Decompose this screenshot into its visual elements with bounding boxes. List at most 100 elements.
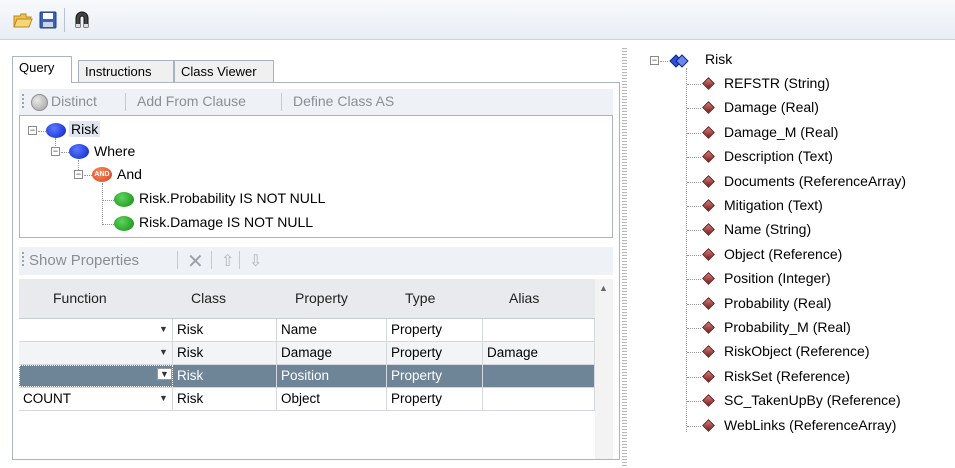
dropdown-arrow-icon[interactable]: ▼ <box>157 368 172 380</box>
member-diamond-icon <box>702 321 715 334</box>
alias-cell[interactable]: Damage <box>483 342 595 364</box>
vertical-scrollbar[interactable]: ▲ <box>595 279 613 459</box>
class-member-item[interactable]: SC_TakenUpBy (Reference) <box>724 392 901 408</box>
table-row[interactable]: COUNT ▼ Risk Object Property <box>19 388 595 411</box>
column-header-type[interactable]: Type <box>405 290 435 306</box>
function-cell[interactable] <box>19 319 173 341</box>
move-down-icon[interactable]: ⇩ <box>249 251 262 271</box>
type-cell[interactable]: Property <box>387 365 483 387</box>
open-folder-icon[interactable] <box>13 10 33 30</box>
member-diamond-icon <box>702 247 715 261</box>
class-member-item[interactable]: RiskSet (Reference) <box>724 368 850 384</box>
collapse-toggle[interactable]: − <box>28 126 37 135</box>
type-cell[interactable]: Property <box>387 388 483 410</box>
toolbar-separator <box>281 93 282 111</box>
toolbar-grip[interactable] <box>22 94 24 110</box>
class-member-item[interactable]: Mitigation (Text) <box>724 197 823 213</box>
tab-label: Query <box>19 60 55 75</box>
toolbar-grip[interactable] <box>22 252 24 268</box>
class-cell[interactable]: Risk <box>173 388 277 410</box>
class-member-item[interactable]: REFSTR (String) <box>724 75 830 91</box>
tab-instructions[interactable]: Instructions <box>78 60 174 82</box>
delete-icon[interactable]: ✕ <box>187 249 204 274</box>
class-tree-root[interactable]: Risk <box>705 51 732 67</box>
tree-connector <box>687 108 701 110</box>
class-member-item[interactable]: Probability_M (Real) <box>724 319 851 335</box>
tree-node-and[interactable]: And <box>117 166 142 182</box>
column-header-property[interactable]: Property <box>295 290 348 306</box>
tree-node-condition[interactable]: Risk.Damage IS NOT NULL <box>139 214 313 230</box>
property-cell[interactable]: Name <box>277 319 387 341</box>
function-cell[interactable] <box>19 342 173 364</box>
class-member-item[interactable]: WebLinks (ReferenceArray) <box>724 417 896 433</box>
add-from-clause-button[interactable]: Add From Clause <box>137 93 246 109</box>
alias-cell[interactable] <box>483 365 595 387</box>
magnet-icon[interactable] <box>72 10 92 30</box>
function-cell[interactable]: COUNT <box>19 388 173 410</box>
alias-cell[interactable] <box>483 319 595 341</box>
property-cell[interactable]: Position <box>277 365 387 387</box>
tree-node-condition[interactable]: Risk.Probability IS NOT NULL <box>139 190 325 206</box>
toolbar-separator <box>64 8 65 32</box>
table-row[interactable]: ▼ Risk Damage Property Damage <box>19 342 595 365</box>
save-icon[interactable] <box>38 10 58 30</box>
toolbar-separator <box>177 251 178 269</box>
tree-node-where[interactable]: Where <box>94 143 135 159</box>
tab-label: Class Viewer <box>181 64 257 79</box>
class-cell[interactable]: Risk <box>173 342 277 364</box>
property-cell[interactable]: Damage <box>277 342 387 364</box>
tab-class-viewer[interactable]: Class Viewer <box>174 60 274 82</box>
class-member-item[interactable]: Documents (ReferenceArray) <box>724 173 906 189</box>
function-cell[interactable] <box>19 365 173 387</box>
member-diamond-icon <box>702 272 715 286</box>
class-member-item[interactable]: Position (Integer) <box>724 270 831 286</box>
tree-connector <box>687 328 701 329</box>
member-diamond-icon <box>702 394 715 408</box>
move-up-icon[interactable]: ⇧ <box>221 251 234 271</box>
member-diamond-icon <box>702 223 715 237</box>
alias-cell[interactable] <box>483 388 595 410</box>
class-member-item[interactable]: Description (Text) <box>724 148 833 164</box>
collapse-toggle[interactable]: − <box>650 56 659 65</box>
member-diamond-icon <box>702 174 715 188</box>
tree-node-risk[interactable]: Risk <box>69 121 101 137</box>
query-tree[interactable]: − Risk − Where − AND And Risk.Probabilit… <box>19 115 613 238</box>
class-tree[interactable]: − Risk REFSTR (String) Damage (Real) Damag… <box>632 44 955 468</box>
tab-query[interactable]: Query <box>12 56 72 83</box>
show-properties-button[interactable]: Show Properties <box>29 252 139 269</box>
column-header-alias[interactable]: Alias <box>509 290 539 306</box>
grid-header: Function Class Property Type Alias <box>19 279 595 319</box>
type-cell[interactable]: Property <box>387 319 483 341</box>
column-header-function[interactable]: Function <box>53 290 107 306</box>
class-member-item[interactable]: Probability (Real) <box>724 295 831 311</box>
scroll-up-icon[interactable]: ▲ <box>599 283 608 293</box>
class-member-item[interactable]: Object (Reference) <box>724 246 842 262</box>
tree-connector <box>687 132 701 134</box>
dropdown-arrow-icon[interactable]: ▼ <box>159 393 168 403</box>
property-cell[interactable]: Object <box>277 388 387 410</box>
dropdown-arrow-icon[interactable]: ▼ <box>159 324 168 334</box>
class-member-item[interactable]: Damage_M (Real) <box>724 124 838 140</box>
table-row-selected[interactable]: ▼ Risk Position Property <box>19 365 595 388</box>
define-class-as-button[interactable]: Define Class AS <box>293 93 394 109</box>
properties-toolbar: Show Properties ✕ ⇧ ⇩ <box>19 247 613 275</box>
collapse-toggle[interactable]: − <box>51 147 60 156</box>
class-cell[interactable]: Risk <box>173 319 277 341</box>
column-header-class[interactable]: Class <box>191 290 226 306</box>
table-row[interactable]: ▼ Risk Name Property <box>19 319 595 342</box>
class-member-item[interactable]: Name (String) <box>724 221 811 237</box>
dropdown-arrow-icon[interactable]: ▼ <box>159 347 168 357</box>
tree-connector <box>687 376 701 378</box>
class-member-item[interactable]: RiskObject (Reference) <box>724 343 870 359</box>
distinct-button[interactable]: Distinct <box>51 93 97 109</box>
left-pane: Query Instructions Class Viewer Distinct… <box>12 50 620 460</box>
main-toolbar <box>0 0 955 40</box>
member-diamond-icon <box>702 418 715 432</box>
tree-connector <box>38 131 46 132</box>
class-member-item[interactable]: Damage (Real) <box>724 99 819 115</box>
pane-splitter[interactable] <box>622 48 627 468</box>
collapse-toggle[interactable]: − <box>74 170 83 179</box>
type-cell[interactable]: Property <box>387 342 483 364</box>
tree-connector <box>687 230 701 232</box>
class-cell[interactable]: Risk <box>173 365 277 387</box>
